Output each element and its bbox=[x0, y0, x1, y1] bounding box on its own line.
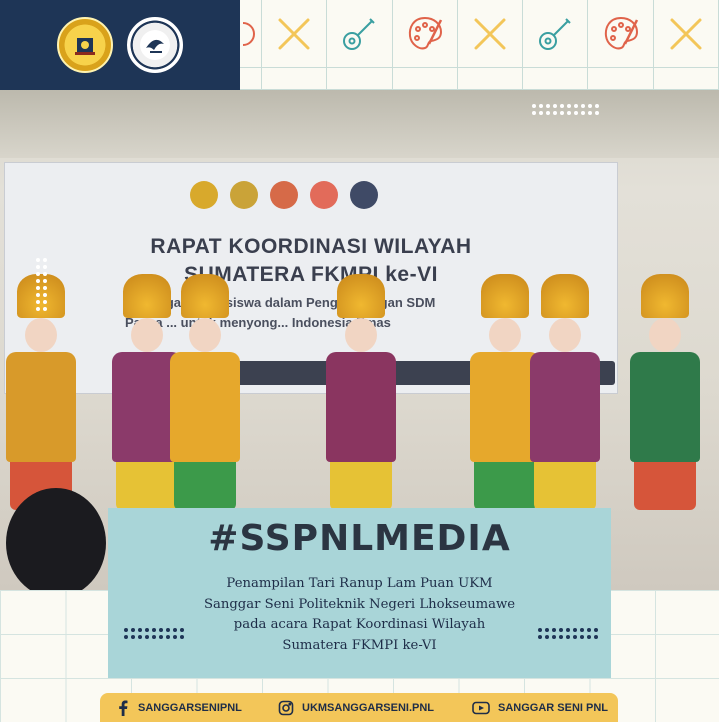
caption-card: #SSPNLMEDIA Penampilan Tari Ranup Lam Pu… bbox=[108, 508, 611, 678]
banner-logo bbox=[230, 181, 258, 209]
grid-cell bbox=[588, 68, 654, 90]
social-footer: SANGGARSENIPNL UKMSANGGARSENI.PNL SANGGA… bbox=[100, 693, 618, 722]
cross-icon bbox=[457, 0, 524, 68]
ukm-logo-icon bbox=[127, 17, 183, 73]
facebook-handle: SANGGARSENIPNL bbox=[138, 701, 242, 714]
banner-logos bbox=[190, 181, 378, 209]
hashtag-title: #SSPNLMEDIA bbox=[208, 518, 511, 559]
dancer bbox=[170, 274, 240, 510]
politeknik-logo-icon bbox=[57, 17, 113, 73]
grid-cell bbox=[523, 68, 589, 90]
facebook-icon bbox=[119, 700, 128, 716]
banner-logo bbox=[350, 181, 378, 209]
dancer bbox=[630, 274, 700, 510]
dancer bbox=[530, 274, 600, 510]
banner-title-line1: RAPAT KOORDINASI WILAYAH bbox=[150, 235, 472, 258]
youtube-handle: SANGGAR SENI PNL bbox=[498, 701, 609, 714]
caption-dots-left bbox=[124, 628, 184, 639]
banner-logo bbox=[190, 181, 218, 209]
grid-cell bbox=[327, 68, 393, 90]
facebook-link[interactable]: SANGGARSENIPNL bbox=[116, 700, 242, 716]
decorative-dots bbox=[532, 104, 599, 115]
guitar-icon bbox=[523, 0, 589, 68]
ceiling bbox=[0, 90, 719, 158]
grid-cell bbox=[240, 0, 262, 68]
banner-logo bbox=[270, 181, 298, 209]
audience-head bbox=[6, 488, 106, 590]
cross-icon bbox=[653, 0, 719, 68]
caption-text: Penampilan Tari Ranup Lam Puan UKM Sangg… bbox=[108, 574, 611, 656]
dancer bbox=[326, 274, 396, 510]
logo-panel bbox=[0, 0, 240, 90]
guitar-icon bbox=[327, 0, 393, 68]
caption-line: Sanggar Seni Politeknik Negeri Lhokseuma… bbox=[203, 596, 516, 612]
youtube-icon bbox=[472, 701, 490, 714]
grid-cell bbox=[261, 68, 328, 90]
instagram-icon bbox=[278, 700, 294, 715]
palette-icon bbox=[588, 0, 654, 68]
banner-logo bbox=[310, 181, 338, 209]
grid-cell bbox=[392, 68, 458, 90]
instagram-handle: UKMSANGGARSENI.PNL bbox=[302, 701, 435, 714]
caption-line: Penampilan Tari Ranup Lam Puan UKM bbox=[226, 576, 493, 591]
grid-cell bbox=[457, 68, 524, 90]
icon-grid bbox=[240, 0, 719, 90]
post-frame: RAPAT KOORDINASI WILAYAH SUMATERA FKMPI … bbox=[0, 0, 719, 722]
grid-cell bbox=[653, 68, 719, 90]
palette-icon bbox=[392, 0, 458, 68]
caption-dots-right bbox=[538, 628, 598, 639]
youtube-link[interactable]: SANGGAR SENI PNL bbox=[472, 701, 608, 715]
grid-cell bbox=[240, 68, 262, 90]
instagram-link[interactable]: UKMSANGGARSENI.PNL bbox=[278, 700, 434, 716]
decorative-dots bbox=[36, 258, 47, 311]
cross-icon bbox=[261, 0, 328, 68]
